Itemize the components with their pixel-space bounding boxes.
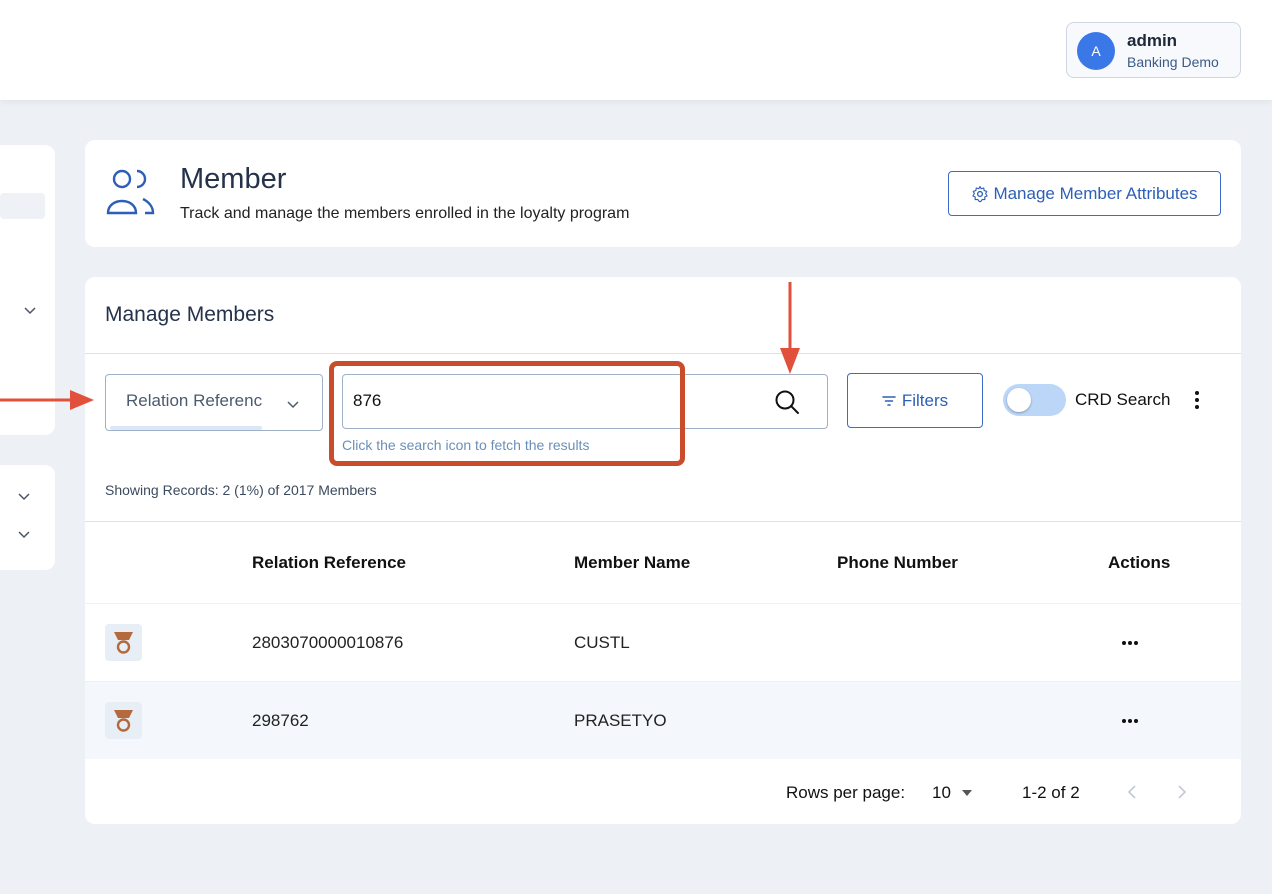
cell-member-name: CUSTL [574,633,630,652]
filter-icon [882,395,896,406]
select-focus-bar [110,426,262,430]
crd-search-toggle[interactable] [1003,384,1066,416]
section-title: Manage Members [105,303,275,326]
table-row[interactable]: 2803070000010876 CUSTL [85,603,1241,681]
side-search-pill[interactable] [0,193,45,219]
user-org: Banking Demo [1127,54,1219,70]
manage-member-attributes-button[interactable]: Manage Member Attributes [948,171,1221,216]
filters-label: Filters [901,390,949,410]
cell-relation-reference: 298762 [252,711,309,730]
chevron-down-icon [287,401,299,409]
annotation-highlight-box [329,361,685,466]
column-header-phone-number[interactable]: Phone Number [837,553,958,573]
column-header-member-name[interactable]: Member Name [574,553,690,573]
annotation-arrow-down-icon [780,282,800,374]
records-count: Showing Records: 2 (1%) of 2017 Members [105,482,377,498]
table-row[interactable]: 298762 PRASETYO [85,681,1241,759]
rows-per-page-select[interactable]: 10 [932,783,951,803]
search-by-value: Relation Referenc [126,391,263,410]
cell-relation-reference: 2803070000010876 [252,633,404,652]
pagination-range: 1-2 of 2 [1022,783,1080,802]
crd-search-label: CRD Search [1075,390,1171,409]
chevron-down-icon[interactable] [17,527,31,541]
medal-icon [105,702,142,739]
manage-member-attributes-label: Manage Member Attributes [993,183,1198,203]
avatar: A [1077,32,1115,70]
filters-button[interactable]: Filters [847,373,983,428]
page-header-card: Member Track and manage the members enro… [85,140,1241,247]
members-icon [106,169,155,215]
divider [85,353,1241,354]
more-horizontal-icon[interactable] [1120,640,1140,646]
rows-per-page-label: Rows per page: [786,783,906,802]
search-icon[interactable] [773,388,801,416]
side-panel-bottom [0,465,55,570]
annotation-arrow-right-icon [0,390,94,410]
manage-members-card: Manage Members Relation Referenc 876 Cli… [85,277,1241,824]
divider [85,521,1241,522]
chevron-left-icon[interactable] [1125,782,1141,802]
chevron-down-icon[interactable] [17,489,31,503]
page-subtitle: Track and manage the members enrolled in… [180,205,630,222]
chevron-down-icon[interactable] [23,303,37,317]
more-horizontal-icon[interactable] [1120,718,1140,724]
medal-icon [105,624,142,661]
top-bar: A admin Banking Demo [0,0,1272,100]
user-menu[interactable]: A admin Banking Demo [1066,22,1241,78]
page-title: Member [180,163,287,195]
search-by-select[interactable]: Relation Referenc [105,374,323,431]
column-header-relation-reference[interactable]: Relation Reference [252,553,406,573]
user-name: admin [1127,31,1178,50]
chevron-right-icon[interactable] [1173,782,1189,802]
cell-member-name: PRASETYO [574,711,667,730]
toggle-knob [1007,388,1031,412]
caret-down-icon[interactable] [961,788,973,798]
column-header-actions: Actions [1108,553,1171,572]
more-vertical-icon[interactable] [1191,388,1203,412]
gear-icon [972,185,989,202]
